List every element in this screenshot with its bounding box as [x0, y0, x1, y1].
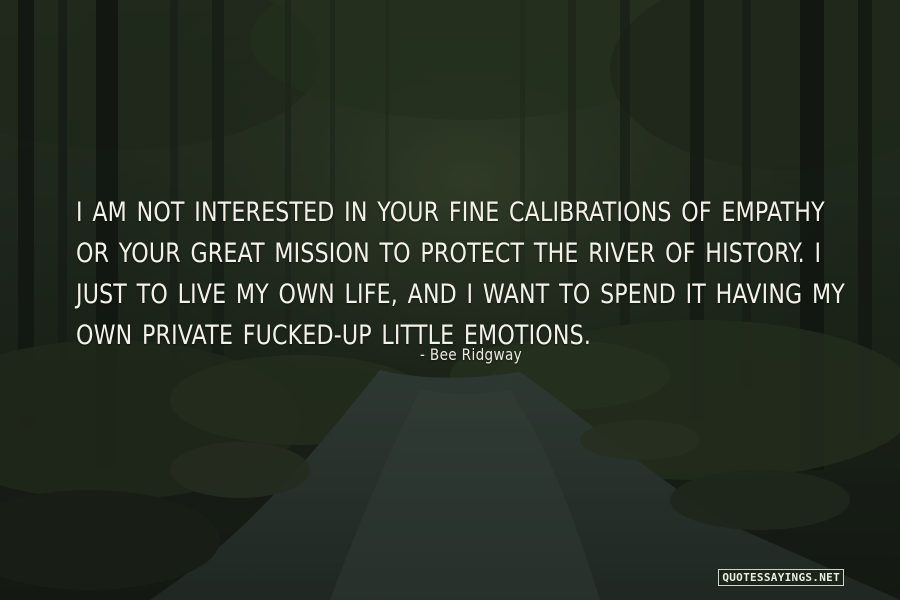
- quote-line: I am not interested in your fine calibra…: [76, 197, 825, 228]
- quote-text: I am not interested in your fine calibra…: [76, 192, 855, 356]
- quote-image: I am not interested in your fine calibra…: [0, 0, 900, 600]
- site-watermark: QUOTESSAYINGS.NET: [718, 569, 844, 586]
- quote-author: - Bee Ridgway: [420, 345, 523, 364]
- quote-line: or your great mission to protect the riv…: [76, 238, 822, 269]
- quote-line: just to live my own life, and I want to …: [76, 279, 845, 310]
- quote-block: I am not interested in your fine calibra…: [76, 192, 856, 356]
